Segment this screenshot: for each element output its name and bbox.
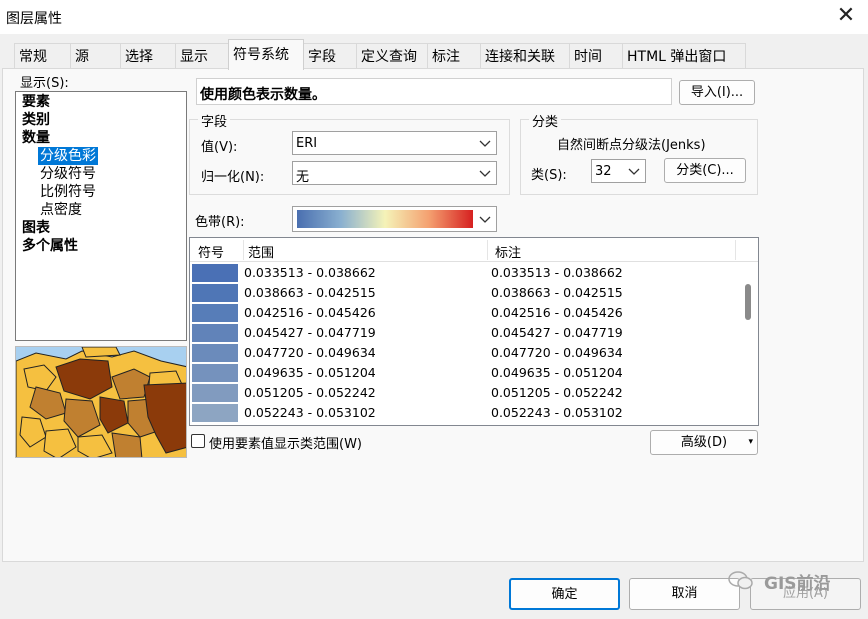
- classes-dropdown[interactable]: 32: [591, 159, 646, 183]
- chevron-down-icon: [478, 165, 492, 181]
- classification-group-title: 分类: [529, 111, 562, 130]
- range-cell[interactable]: 0.033513 - 0.038662: [244, 265, 376, 280]
- chevron-down-icon: [478, 135, 492, 151]
- table-scrollbar[interactable]: [739, 262, 758, 425]
- import-button[interactable]: 导入(I)...: [679, 80, 755, 105]
- symbol-swatch[interactable]: [192, 284, 238, 302]
- header-symbol[interactable]: 符号: [198, 242, 224, 261]
- show-label: 显示(S):: [20, 76, 69, 91]
- label-cell[interactable]: 0.038663 - 0.042515: [491, 285, 623, 300]
- tree-item-quantities[interactable]: 数量: [22, 129, 50, 147]
- chevron-down-icon: [627, 163, 641, 179]
- table-header: 符号 范围 标注: [190, 238, 758, 262]
- header-label[interactable]: 标注: [495, 242, 521, 261]
- title-bar: 图层属性 ✕: [0, 0, 868, 34]
- color-ramp-dropdown[interactable]: [292, 206, 497, 232]
- tree-item-graduated-symbols[interactable]: 分级符号: [40, 165, 96, 183]
- symbol-swatch[interactable]: [192, 344, 238, 362]
- range-cell[interactable]: 0.051205 - 0.052242: [244, 385, 376, 400]
- tab-general[interactable]: 常规: [14, 43, 72, 69]
- description-box: 使用颜色表示数量。: [196, 78, 672, 105]
- symbol-swatch[interactable]: [192, 364, 238, 382]
- label-cell[interactable]: 0.049635 - 0.051204: [491, 365, 623, 380]
- watermark: GIS前沿: [728, 568, 858, 594]
- tab-html-popup[interactable]: HTML 弹出窗口: [622, 43, 746, 69]
- window-title: 图层属性: [6, 11, 62, 27]
- description-text: 使用颜色表示数量。: [200, 87, 326, 103]
- tab-display[interactable]: 显示: [175, 43, 229, 69]
- tree-item-charts[interactable]: 图表: [22, 219, 50, 237]
- label-cell[interactable]: 0.047720 - 0.049634: [491, 345, 623, 360]
- cancel-button[interactable]: 取消: [629, 578, 740, 610]
- tab-time[interactable]: 时间: [569, 43, 623, 69]
- ok-button[interactable]: 确定: [509, 578, 620, 610]
- tab-strip: 常规 源 选择 显示 符号系统 字段 定义查询 标注 连接和关联 时间 HTML…: [0, 39, 868, 70]
- symbol-swatch[interactable]: [192, 404, 238, 422]
- label-cell[interactable]: 0.042516 - 0.045426: [491, 305, 623, 320]
- tab-source[interactable]: 源: [70, 43, 122, 69]
- header-range[interactable]: 范围: [248, 242, 274, 261]
- tree-item-dot-density[interactable]: 点密度: [40, 201, 82, 219]
- tree-item-features[interactable]: 要素: [22, 93, 50, 111]
- label-cell[interactable]: 0.051205 - 0.052242: [491, 385, 623, 400]
- chevron-down-icon: [478, 211, 492, 227]
- scrollbar-thumb[interactable]: [745, 284, 751, 320]
- classes-value: 32: [595, 164, 612, 179]
- symbol-swatch[interactable]: [192, 324, 238, 342]
- dropdown-arrow-icon: ▾: [748, 437, 753, 447]
- classes-table: 符号 范围 标注 0.033513 - 0.038662 0.033513 - 0…: [189, 237, 759, 426]
- range-cell[interactable]: 0.049635 - 0.051204: [244, 365, 376, 380]
- classification-group: 分类: [520, 111, 758, 195]
- normalization-dropdown[interactable]: 无: [292, 161, 497, 185]
- classes-label: 类(S):: [531, 168, 567, 183]
- tab-definition-query[interactable]: 定义查询: [356, 43, 428, 69]
- show-class-ranges-checkbox[interactable]: [191, 434, 205, 448]
- show-class-ranges-label: 使用要素值显示类范围(W): [209, 437, 362, 452]
- tree-item-categories[interactable]: 类别: [22, 111, 50, 129]
- tree-item-multiple-attributes[interactable]: 多个属性: [22, 237, 78, 255]
- tab-symbology[interactable]: 符号系统: [228, 39, 304, 70]
- tab-joins-relates[interactable]: 连接和关联: [480, 43, 570, 69]
- tree-item-graduated-colors[interactable]: 分级色彩: [38, 147, 98, 165]
- range-cell[interactable]: 0.052243 - 0.053102: [244, 405, 376, 420]
- range-cell[interactable]: 0.042516 - 0.045426: [244, 305, 376, 320]
- tab-selection[interactable]: 选择: [120, 43, 176, 69]
- advanced-button-label: 高级(D): [680, 435, 728, 450]
- label-cell[interactable]: 0.033513 - 0.038662: [491, 265, 623, 280]
- fields-group-title: 字段: [198, 111, 231, 130]
- tab-fields[interactable]: 字段: [303, 43, 357, 69]
- color-ramp-label: 色带(R):: [195, 215, 245, 230]
- normalization-label: 归一化(N):: [201, 170, 265, 185]
- color-ramp-swatch: [297, 210, 473, 228]
- symbol-swatch[interactable]: [192, 304, 238, 322]
- value-label: 值(V):: [201, 140, 238, 155]
- symbol-swatch[interactable]: [192, 384, 238, 402]
- value-field-value: ERI: [296, 136, 318, 151]
- advanced-button[interactable]: 高级(D) ▾: [650, 430, 758, 455]
- range-cell[interactable]: 0.038663 - 0.042515: [244, 285, 376, 300]
- label-cell[interactable]: 0.045427 - 0.047719: [491, 325, 623, 340]
- show-tree[interactable]: 要素 类别 数量 分级色彩 分级符号 比例符号 点密度 图表 多个属性: [15, 91, 187, 341]
- watermark-text: GIS前沿: [764, 574, 831, 594]
- map-preview-image: [15, 346, 187, 458]
- classify-button[interactable]: 分类(C)...: [664, 158, 746, 183]
- close-icon[interactable]: ✕: [828, 2, 864, 32]
- value-field-dropdown[interactable]: ERI: [292, 131, 497, 155]
- tab-labels[interactable]: 标注: [427, 43, 481, 69]
- label-cell[interactable]: 0.052243 - 0.053102: [491, 405, 623, 420]
- normalization-value: 无: [296, 170, 310, 185]
- range-cell[interactable]: 0.045427 - 0.047719: [244, 325, 376, 340]
- range-cell[interactable]: 0.047720 - 0.049634: [244, 345, 376, 360]
- wechat-icon: [728, 570, 754, 590]
- classification-method: 自然间断点分级法(Jenks): [557, 138, 706, 153]
- symbol-swatch[interactable]: [192, 264, 238, 282]
- tree-item-proportional-symbols[interactable]: 比例符号: [40, 183, 96, 201]
